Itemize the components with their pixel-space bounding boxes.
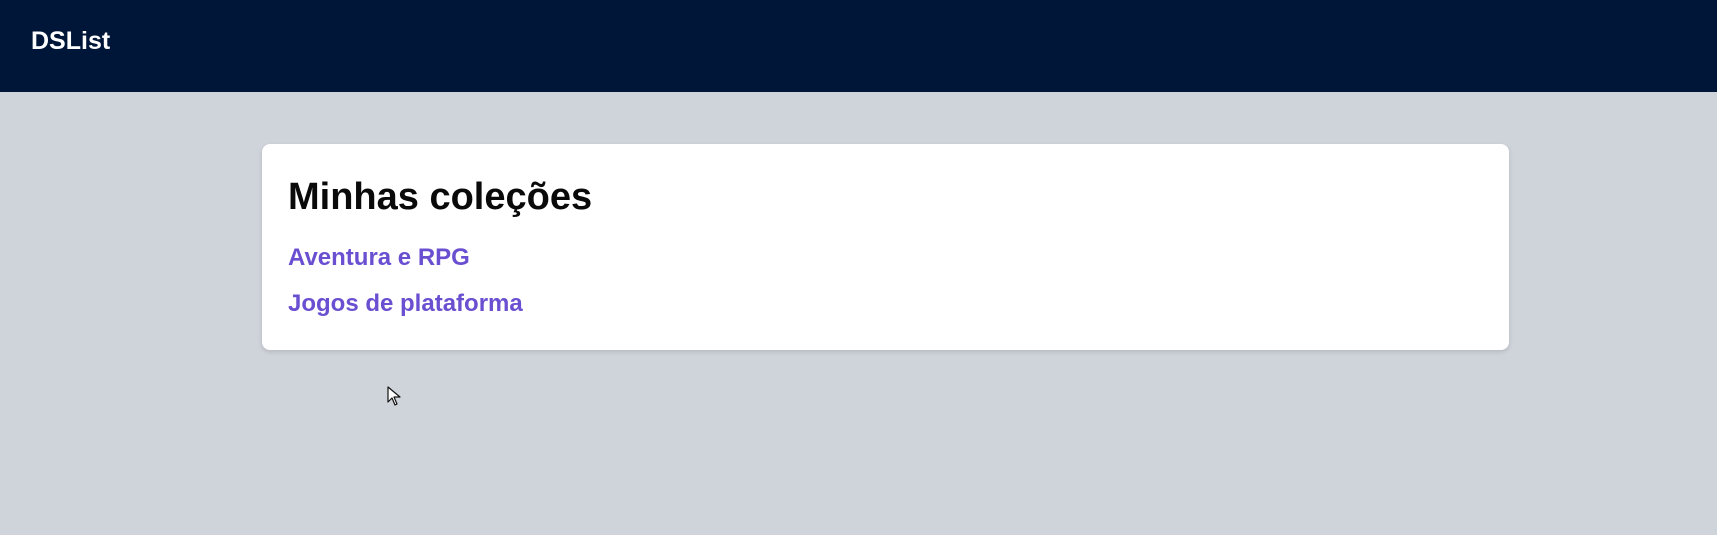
collections-card: Minhas coleções Aventura e RPG Jogos de … [262, 144, 1509, 350]
main-content: Minhas coleções Aventura e RPG Jogos de … [0, 92, 1717, 535]
page-title: Minhas coleções [288, 176, 593, 218]
collection-link-aventura-e-rpg[interactable]: Aventura e RPG [288, 243, 470, 273]
app-header: DSList [0, 0, 1717, 92]
brand-logo[interactable]: DSList [31, 26, 110, 56]
collection-link-jogos-de-plataforma[interactable]: Jogos de plataforma [288, 289, 523, 319]
mouse-pointer-icon [387, 386, 401, 406]
